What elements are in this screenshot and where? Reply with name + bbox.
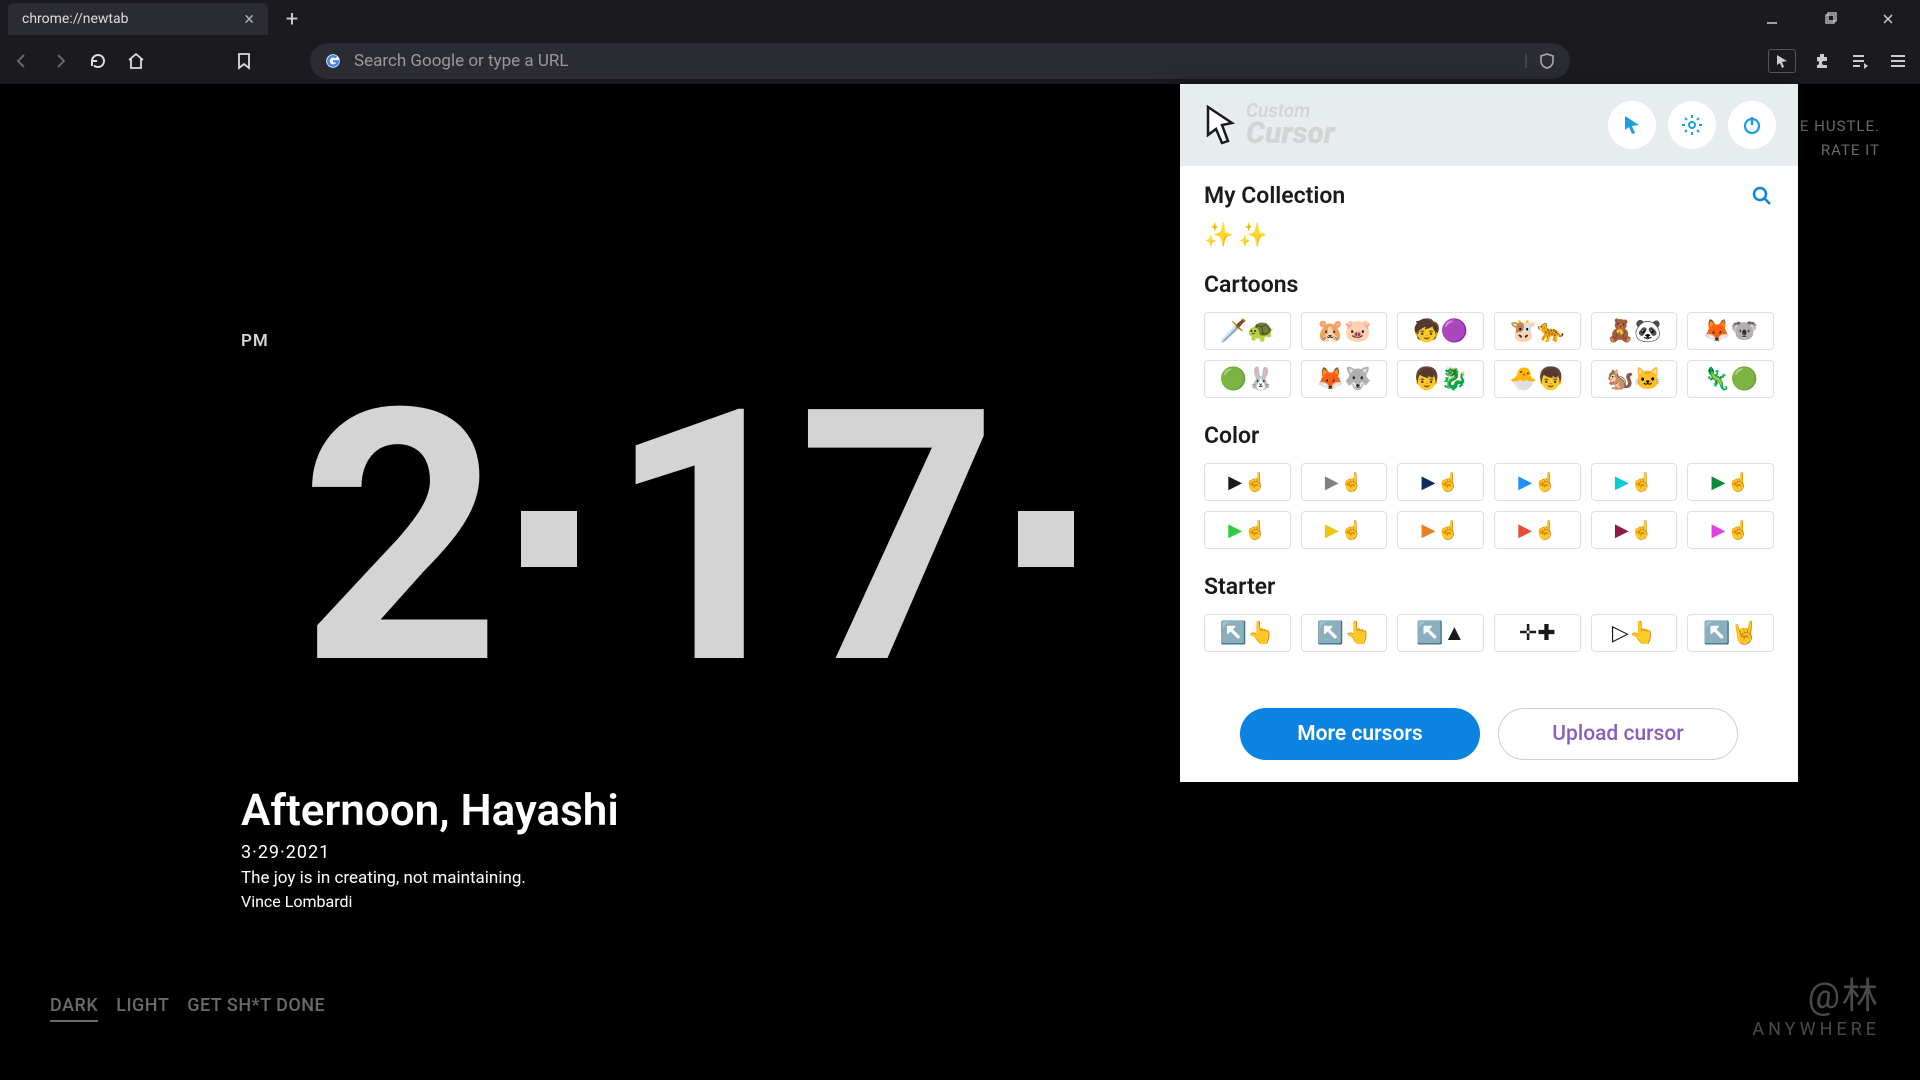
power-button[interactable] (1728, 101, 1776, 149)
quote-author: Vince Lombardi (241, 892, 352, 911)
address-placeholder: Search Google or type a URL (354, 51, 569, 71)
logo-line2: Cursor (1246, 116, 1335, 151)
watermark-line2: ANYWHERE (1752, 1019, 1880, 1040)
upload-cursor-button[interactable]: Upload cursor (1498, 708, 1738, 760)
cursor-starter-pair[interactable]: ▷👆 (1591, 614, 1678, 652)
cursor-pair[interactable]: 🐹🐷 (1301, 312, 1388, 350)
forward-button[interactable] (48, 49, 72, 73)
custom-cursor-popup: Custom Cursor My Collection ✨ ✨ Cartoons… (1180, 84, 1798, 782)
section-starter-title: Starter (1204, 573, 1774, 600)
color-grid: ▶☝▶☝▶☝▶☝▶☝▶☝▶☝▶☝▶☝▶☝▶☝▶☝ (1204, 463, 1774, 549)
cursor-color-pair[interactable]: ▶☝ (1397, 511, 1484, 549)
browser-tab[interactable]: chrome://newtab × (8, 3, 268, 35)
cursor-pair[interactable]: 🐣👦 (1494, 360, 1581, 398)
cursor-pair[interactable]: 🦊🐨 (1687, 312, 1774, 350)
cursor-pair[interactable]: 🟢🐰 (1204, 360, 1291, 398)
popup-footer: More cursors Upload cursor (1180, 692, 1798, 782)
section-color-title: Color (1204, 422, 1774, 449)
my-collection-items: ✨ ✨ (1204, 221, 1774, 249)
new-tab-button[interactable]: + (278, 7, 306, 32)
readlist-button[interactable] (1848, 49, 1872, 73)
tab-bar: chrome://newtab × + (0, 0, 1920, 38)
menu-button[interactable] (1886, 49, 1910, 73)
cursor-pair[interactable]: 🗡️🐢 (1204, 312, 1291, 350)
cursor-pair[interactable]: 🧒🟣 (1397, 312, 1484, 350)
cursor-pair[interactable]: 🦊🐺 (1301, 360, 1388, 398)
cursor-starter-pair[interactable]: ↖️👆 (1204, 614, 1291, 652)
logo[interactable]: Custom Cursor (1202, 99, 1335, 151)
greeting: Afternoon, Hayashi (241, 784, 619, 836)
clock: 2 17 (300, 364, 1104, 714)
nav-bar: Search Google or type a URL | (0, 38, 1920, 84)
cartoons-grid: 🗡️🐢 🐹🐷🧒🟣 🐮🐆 🧸🐼🦊🐨 🟢🐰 🦊🐺👦🐉 🐣👦 🐿️🐱🦎🟢 (1204, 312, 1774, 398)
logo-icon (1202, 103, 1240, 147)
back-button[interactable] (10, 49, 34, 73)
cursor-color-pair[interactable]: ▶☝ (1494, 511, 1581, 549)
reload-button[interactable] (86, 49, 110, 73)
collection-item[interactable]: ✨ (1238, 221, 1266, 249)
cursor-color-pair[interactable]: ▶☝ (1301, 463, 1388, 501)
collection-item[interactable]: ✨ (1204, 221, 1232, 249)
cursor-color-pair[interactable]: ▶☝ (1591, 463, 1678, 501)
clock-separator (521, 511, 577, 567)
my-collection-title: My Collection (1204, 182, 1345, 209)
home-button[interactable] (124, 49, 148, 73)
starter-grid: ↖️👆↖️👆↖️▲✛✚▷👆↖️🤘 (1204, 614, 1774, 656)
window-close-button[interactable] (1860, 1, 1916, 37)
quote: The joy is in creating, not maintaining. (241, 868, 526, 888)
cursor-starter-pair[interactable]: ✛✚ (1494, 614, 1581, 652)
cursor-color-pair[interactable]: ▶☝ (1591, 511, 1678, 549)
minimize-button[interactable] (1744, 1, 1800, 37)
clock-separator2 (1018, 511, 1074, 567)
settings-button[interactable] (1668, 101, 1716, 149)
address-bar[interactable]: Search Google or type a URL | (310, 43, 1570, 79)
more-cursors-button[interactable]: More cursors (1240, 708, 1480, 760)
cursor-pair[interactable]: 👦🐉 (1397, 360, 1484, 398)
shield-icon[interactable] (1538, 52, 1556, 70)
browser-chrome: chrome://newtab × + Search Google or typ… (0, 0, 1920, 84)
clock-minute: 17 (607, 364, 989, 714)
cursor-color-pair[interactable]: ▶☝ (1204, 511, 1291, 549)
search-icon[interactable] (1750, 184, 1774, 208)
cursor-pair[interactable]: 🦎🟢 (1687, 360, 1774, 398)
cursor-starter-pair[interactable]: ↖️🤘 (1687, 614, 1774, 652)
active-cursor-button[interactable] (1608, 101, 1656, 149)
cursor-color-pair[interactable]: ▶☝ (1687, 511, 1774, 549)
cursor-color-pair[interactable]: ▶☝ (1494, 463, 1581, 501)
clock-hour: 2 (300, 364, 491, 714)
popup-header: Custom Cursor (1180, 84, 1798, 166)
extensions-button[interactable] (1810, 49, 1834, 73)
cursor-color-pair[interactable]: ▶☝ (1397, 463, 1484, 501)
theme-dark[interactable]: DARK (50, 995, 98, 1022)
google-icon (324, 52, 342, 70)
cursor-pair[interactable]: 🐿️🐱 (1591, 360, 1678, 398)
tab-title: chrome://newtab (22, 11, 128, 27)
cursor-color-pair[interactable]: ▶☝ (1301, 511, 1388, 549)
window-controls (1744, 1, 1916, 37)
cursor-color-pair[interactable]: ▶☝ (1204, 463, 1291, 501)
watermark: @林 ANYWHERE (1752, 967, 1880, 1040)
cursor-pair[interactable]: 🧸🐼 (1591, 312, 1678, 350)
tab-close-icon[interactable]: × (244, 9, 254, 30)
cursor-color-pair[interactable]: ▶☝ (1687, 463, 1774, 501)
cursor-starter-pair[interactable]: ↖️👆 (1301, 614, 1388, 652)
watermark-line1: @林 (1752, 967, 1880, 1019)
popup-body: My Collection ✨ ✨ Cartoons 🗡️🐢 🐹🐷🧒🟣 🐮🐆 🧸🐼🦊🐨… (1180, 166, 1798, 692)
bookmark-button[interactable] (232, 49, 256, 73)
theme-hustle[interactable]: GET SH*T DONE (187, 995, 325, 1022)
clock-meridian: PM (241, 331, 269, 351)
toolbar-right (1768, 49, 1910, 73)
custom-cursor-ext-button[interactable] (1768, 49, 1796, 73)
theme-light[interactable]: LIGHT (116, 995, 169, 1022)
maximize-button[interactable] (1802, 1, 1858, 37)
theme-bar: DARK LIGHT GET SH*T DONE (50, 995, 325, 1022)
cursor-starter-pair[interactable]: ↖️▲ (1397, 614, 1484, 652)
cursor-pair[interactable]: 🐮🐆 (1494, 312, 1581, 350)
section-cartoons-title: Cartoons (1204, 271, 1774, 298)
newtab-page: PM 2 17 Afternoon, Hayashi 3·29·2021 The… (0, 84, 1920, 1080)
date: 3·29·2021 (241, 842, 330, 863)
